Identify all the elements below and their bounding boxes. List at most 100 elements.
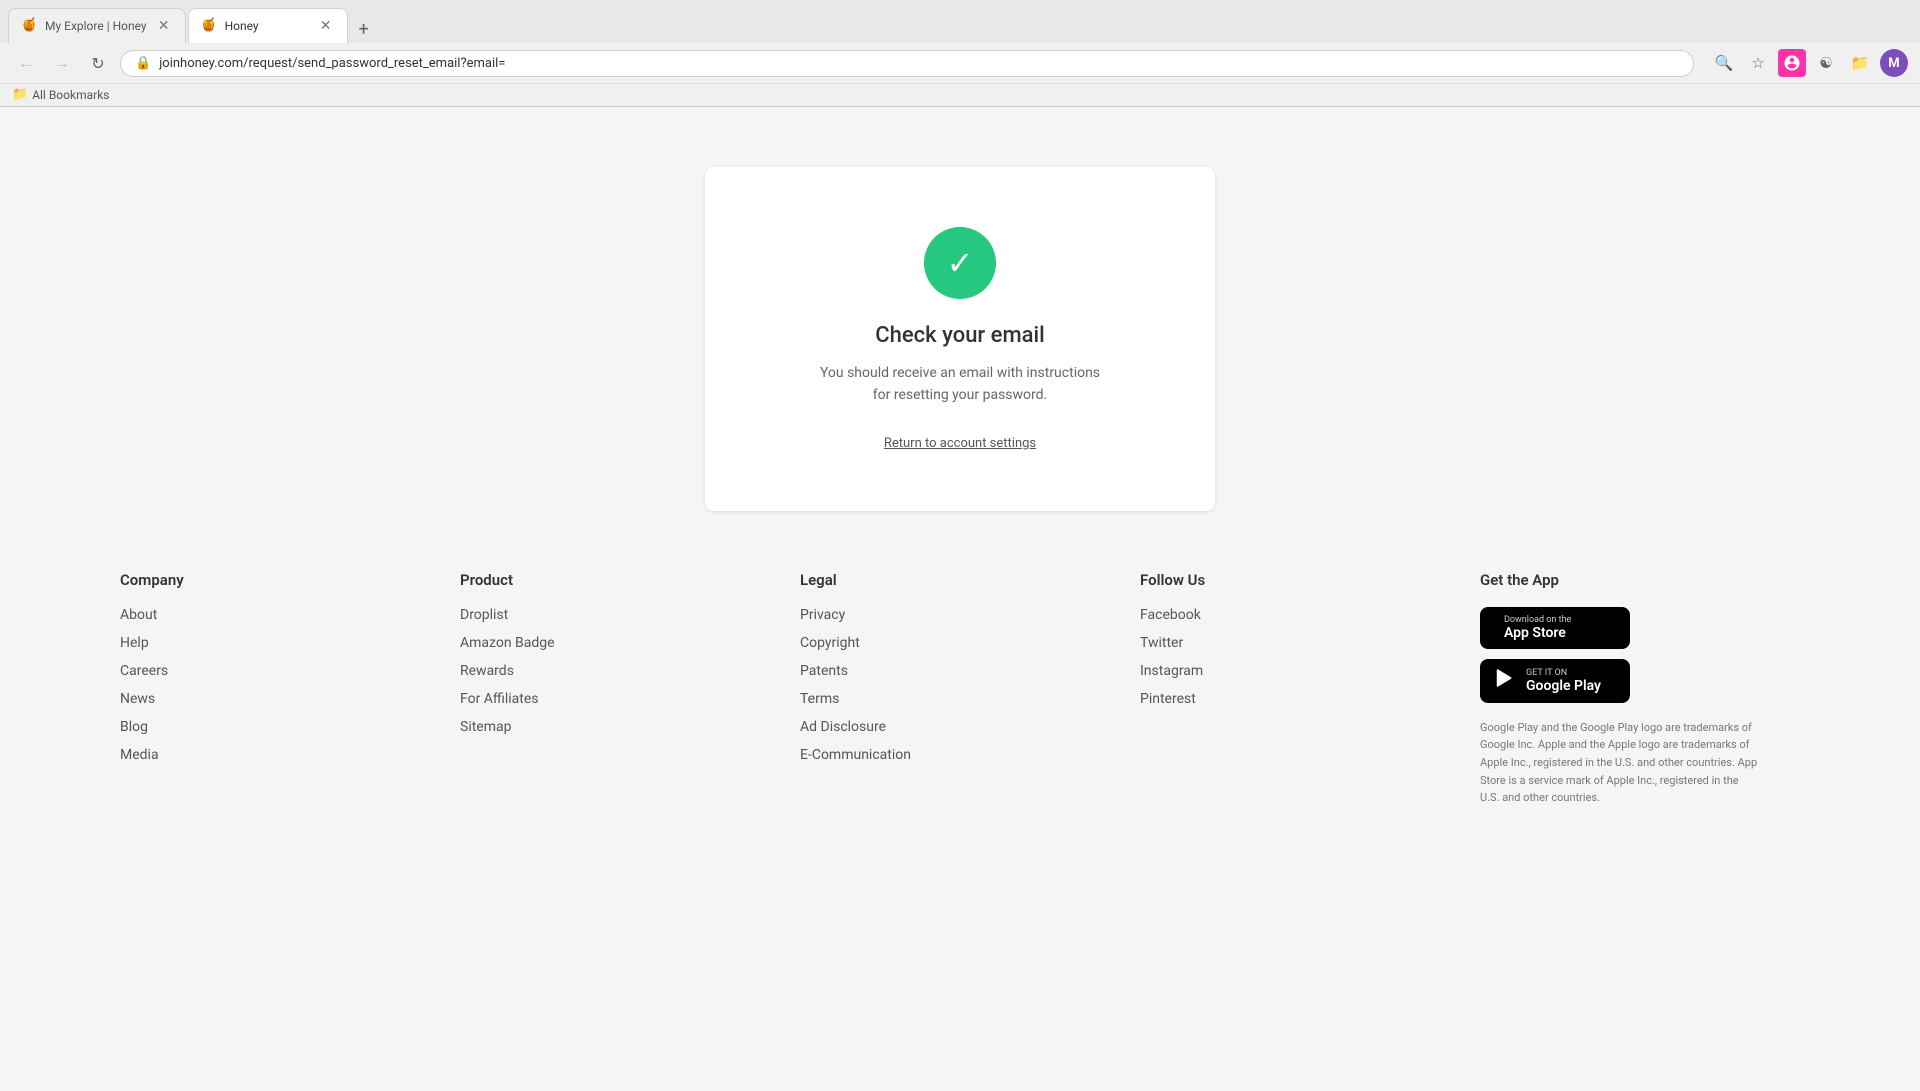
tab-close-1[interactable]: ✕	[155, 17, 173, 35]
list-item: News	[120, 691, 440, 707]
footer-link-twitter[interactable]: Twitter	[1140, 635, 1183, 651]
tab-title-2: Honey	[225, 19, 309, 33]
apple-badge-small: Download on the	[1504, 615, 1571, 625]
footer-link-patents[interactable]: Patents	[800, 663, 848, 679]
tab-favicon-2: 🍯	[201, 18, 217, 34]
footer-company-heading: Company	[120, 571, 440, 589]
list-item: Ad Disclosure	[800, 719, 1120, 735]
footer-link-affiliates[interactable]: For Affiliates	[460, 691, 539, 707]
footer-legal: Legal Privacy Copyright Patents Terms Ad…	[800, 571, 1120, 807]
google-badge-text: GET IT ON Google Play	[1526, 668, 1601, 694]
footer-product: Product Droplist Amazon Badge Rewards Fo…	[460, 571, 780, 807]
profile-button[interactable]: M	[1880, 49, 1908, 77]
footer-link-blog[interactable]: Blog	[120, 719, 148, 735]
footer-follow-links: Facebook Twitter Instagram Pinterest	[1140, 607, 1460, 707]
address-text: joinhoney.com/request/send_password_rese…	[159, 56, 1679, 71]
list-item: Help	[120, 635, 440, 651]
footer: Company About Help Careers News Blog Med…	[0, 531, 1920, 847]
checkmark-icon: ✓	[947, 244, 974, 282]
list-item: Droplist	[460, 607, 780, 623]
list-item: About	[120, 607, 440, 623]
footer-link-rewards[interactable]: Rewards	[460, 663, 514, 679]
footer-grid: Company About Help Careers News Blog Med…	[120, 571, 1800, 807]
list-item: Pinterest	[1140, 691, 1460, 707]
card-subtitle: You should receive an email with instruc…	[785, 362, 1135, 407]
extensions-button[interactable]: ☯	[1812, 49, 1840, 77]
list-item: Twitter	[1140, 635, 1460, 651]
footer-link-privacy[interactable]: Privacy	[800, 607, 845, 623]
footer-link-droplist[interactable]: Droplist	[460, 607, 508, 623]
search-icon-btn[interactable]: 🔍	[1710, 49, 1738, 77]
back-button[interactable]: ←	[12, 49, 40, 77]
footer-link-e-communication[interactable]: E-Communication	[800, 747, 911, 763]
footer-product-links: Droplist Amazon Badge Rewards For Affili…	[460, 607, 780, 735]
footer-link-media[interactable]: Media	[120, 747, 159, 763]
tab-close-2[interactable]: ✕	[317, 17, 335, 35]
footer-company-links: About Help Careers News Blog Media	[120, 607, 440, 763]
footer-follow: Follow Us Facebook Twitter Instagram Pin…	[1140, 571, 1460, 807]
list-item: Terms	[800, 691, 1120, 707]
apple-badge-large: App Store	[1504, 625, 1571, 641]
footer-link-instagram[interactable]: Instagram	[1140, 663, 1203, 679]
browser-icons: 🔍 ☆ ☯ 📁 M	[1710, 49, 1908, 77]
footer-link-pinterest[interactable]: Pinterest	[1140, 691, 1196, 707]
list-item: Careers	[120, 663, 440, 679]
list-item: Copyright	[800, 635, 1120, 651]
browser-chrome: 🍯 My Explore | Honey ✕ 🍯 Honey ✕ + ← → ↻…	[0, 0, 1920, 107]
tab-title-1: My Explore | Honey	[45, 19, 147, 33]
device-button[interactable]: 📁	[1846, 49, 1874, 77]
footer-app-heading: Get the App	[1480, 571, 1800, 589]
bookmark-star-button[interactable]: ☆	[1744, 49, 1772, 77]
footer-legal-links: Privacy Copyright Patents Terms Ad Discl…	[800, 607, 1120, 763]
tab-favicon-1: 🍯	[21, 18, 37, 34]
apple-app-store-badge[interactable]: Download on the App Store	[1480, 607, 1630, 649]
google-badge-small: GET IT ON	[1526, 668, 1601, 678]
footer-link-about[interactable]: About	[120, 607, 157, 623]
lock-icon: 🔒	[135, 56, 151, 71]
list-item: Instagram	[1140, 663, 1460, 679]
success-circle: ✓	[924, 227, 996, 299]
tab-my-explore[interactable]: 🍯 My Explore | Honey ✕	[8, 8, 186, 43]
footer-link-amazon-badge[interactable]: Amazon Badge	[460, 635, 555, 651]
bookmarks-folder-icon: 📁	[12, 87, 28, 102]
footer-disclaimer: Google Play and the Google Play logo are…	[1480, 719, 1760, 807]
footer-link-terms[interactable]: Terms	[800, 691, 839, 707]
list-item: Facebook	[1140, 607, 1460, 623]
footer-product-heading: Product	[460, 571, 780, 589]
footer-link-careers[interactable]: Careers	[120, 663, 168, 679]
tab-bar: 🍯 My Explore | Honey ✕ 🍯 Honey ✕ +	[0, 0, 1920, 43]
list-item: Blog	[120, 719, 440, 735]
card-container: ✓ Check your email You should receive an…	[0, 147, 1920, 531]
google-badge-large: Google Play	[1526, 678, 1601, 694]
address-bar-row: ← → ↻ 🔒 joinhoney.com/request/send_passw…	[0, 43, 1920, 83]
apple-badge-text: Download on the App Store	[1504, 615, 1571, 641]
list-item: Privacy	[800, 607, 1120, 623]
bookmarks-bar-label[interactable]: All Bookmarks	[32, 88, 109, 102]
return-link[interactable]: Return to account settings	[884, 436, 1036, 451]
footer-link-news[interactable]: News	[120, 691, 155, 707]
reload-button[interactable]: ↻	[84, 49, 112, 77]
footer-link-sitemap[interactable]: Sitemap	[460, 719, 511, 735]
page-content: ✓ Check your email You should receive an…	[0, 107, 1920, 1091]
list-item: Media	[120, 747, 440, 763]
footer-link-facebook[interactable]: Facebook	[1140, 607, 1201, 623]
app-badges: Download on the App Store GET IT ON Goog…	[1480, 607, 1800, 703]
list-item: Sitemap	[460, 719, 780, 735]
footer-link-copyright[interactable]: Copyright	[800, 635, 860, 651]
list-item: E-Communication	[800, 747, 1120, 763]
success-card: ✓ Check your email You should receive an…	[705, 167, 1215, 511]
new-tab-button[interactable]: +	[350, 15, 378, 43]
footer-legal-heading: Legal	[800, 571, 1120, 589]
footer-link-help[interactable]: Help	[120, 635, 149, 651]
list-item: For Affiliates	[460, 691, 780, 707]
address-bar[interactable]: 🔒 joinhoney.com/request/send_password_re…	[120, 50, 1694, 77]
footer-follow-heading: Follow Us	[1140, 571, 1460, 589]
footer-link-ad-disclosure[interactable]: Ad Disclosure	[800, 719, 886, 735]
tab-honey[interactable]: 🍯 Honey ✕	[188, 8, 348, 43]
honey-extension-icon[interactable]	[1778, 49, 1806, 77]
google-play-badge[interactable]: GET IT ON Google Play	[1480, 659, 1630, 703]
footer-company: Company About Help Careers News Blog Med…	[120, 571, 440, 807]
list-item: Amazon Badge	[460, 635, 780, 651]
forward-button[interactable]: →	[48, 49, 76, 77]
card-title: Check your email	[785, 323, 1135, 348]
